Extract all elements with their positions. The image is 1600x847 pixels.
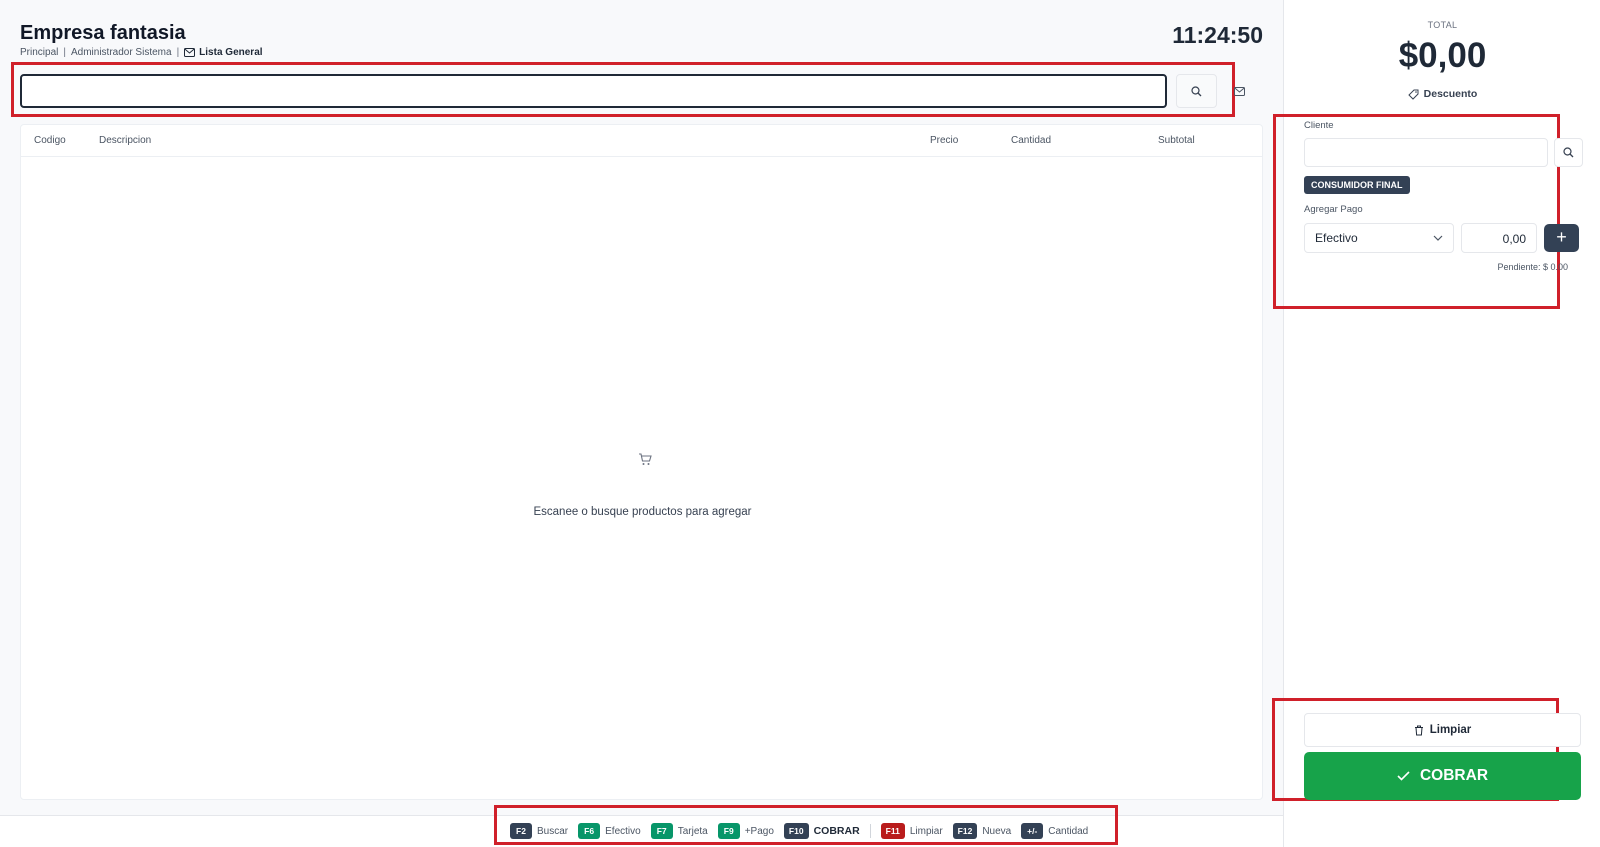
shortcut-key: F11 bbox=[880, 823, 905, 839]
user-name: Administrador Sistema bbox=[70, 47, 172, 58]
trash-icon bbox=[1414, 725, 1423, 735]
search-icon bbox=[1191, 85, 1202, 96]
pos-app: Empresa fantasia Principal | Administrad… bbox=[0, 0, 1600, 847]
shortcut-nueva[interactable]: F12 Nueva bbox=[952, 823, 1012, 839]
total-value: $0,00 bbox=[1398, 36, 1487, 75]
shortcut-label: Efectivo bbox=[605, 825, 641, 837]
clear-button[interactable]: Limpiar bbox=[1304, 713, 1581, 747]
shortcut-label: +Pago bbox=[744, 825, 774, 837]
header-subline: Principal | Administrador Sistema | List… bbox=[20, 47, 263, 58]
client-input[interactable] bbox=[1304, 138, 1548, 167]
empty-message: Escanee o busque productos para agregar bbox=[533, 506, 752, 518]
shortcut-label: Nueva bbox=[982, 825, 1012, 837]
table-header: Codigo Descripcion Precio Cantidad Subto… bbox=[21, 125, 1262, 157]
clear-label: Limpiar bbox=[1429, 724, 1472, 736]
clock: 11:24:50 bbox=[1172, 22, 1263, 48]
products-table: Codigo Descripcion Precio Cantidad Subto… bbox=[20, 124, 1263, 800]
shortcut-key: F6 bbox=[578, 823, 601, 839]
col-codigo: Codigo bbox=[34, 135, 66, 146]
payment-label: Agregar Pago bbox=[1304, 204, 1363, 215]
shortcut-key: F2 bbox=[510, 823, 532, 839]
branch-name: Principal bbox=[20, 47, 59, 58]
shortcut-label: Limpiar bbox=[909, 825, 943, 837]
shortcut-limpiar[interactable]: F11 Limpiar bbox=[880, 823, 943, 839]
tag-icon bbox=[1407, 89, 1419, 100]
col-subtotal: Subtotal bbox=[1158, 135, 1195, 146]
pending-amount: Pendiente: $ 0.00 bbox=[1497, 262, 1568, 272]
mail-icon bbox=[1233, 86, 1245, 96]
company-name: Empresa fantasia bbox=[20, 22, 186, 44]
shortcut-buscar[interactable]: F2 Buscar bbox=[510, 823, 568, 839]
charge-label: COBRAR bbox=[1419, 767, 1489, 784]
shortcut-label: COBRAR bbox=[813, 825, 860, 837]
shortcut-key: F9 bbox=[717, 823, 740, 839]
client-label: Cliente bbox=[1304, 120, 1334, 131]
mail-icon bbox=[184, 48, 196, 57]
shortcut-label: Cantidad bbox=[1048, 825, 1089, 837]
shortcut-key: +/- bbox=[1021, 823, 1044, 839]
shortcut-label: Tarjeta bbox=[677, 825, 708, 837]
payment-amount-input[interactable]: 0,00 bbox=[1461, 223, 1537, 253]
payment-method-value: Efectivo bbox=[1315, 231, 1358, 245]
shortcut-cobrar[interactable]: F10 COBRAR bbox=[783, 823, 860, 839]
search-button[interactable] bbox=[1176, 74, 1217, 108]
product-search-input[interactable] bbox=[20, 74, 1167, 108]
chevron-down-icon bbox=[1433, 235, 1443, 241]
checkout-panel: TOTAL $0,00 Descuento Cliente CONSUMIDOR… bbox=[1272, 0, 1600, 847]
total-label: TOTAL bbox=[1427, 20, 1458, 30]
shortcut-pago[interactable]: F9 +Pago bbox=[717, 823, 774, 839]
check-icon bbox=[1397, 771, 1410, 781]
shortcut-cantidad[interactable]: +/- Cantidad bbox=[1021, 823, 1088, 839]
list-selector-button[interactable] bbox=[1230, 82, 1248, 100]
discount-button[interactable]: Descuento bbox=[1284, 88, 1600, 100]
client-search-button[interactable] bbox=[1554, 138, 1583, 167]
price-list[interactable]: Lista General bbox=[184, 47, 263, 58]
col-cantidad: Cantidad bbox=[1011, 135, 1052, 146]
add-payment-button[interactable]: + bbox=[1544, 224, 1579, 252]
shortcut-key: F7 bbox=[650, 823, 673, 839]
payment-method-select[interactable]: Efectivo bbox=[1304, 223, 1454, 253]
col-precio: Precio bbox=[930, 135, 959, 146]
shortcut-list: F2 Buscar F6 Efectivo F7 Tarjeta F9 +Pag… bbox=[510, 823, 1088, 839]
shortcut-key: F12 bbox=[952, 823, 978, 839]
charge-button[interactable]: COBRAR bbox=[1304, 752, 1581, 800]
search-icon bbox=[1563, 147, 1574, 158]
price-list-label: Lista General bbox=[199, 47, 263, 58]
shortcut-label: Buscar bbox=[537, 825, 569, 837]
shortcut-key: F10 bbox=[783, 823, 809, 839]
shortcut-divider bbox=[869, 824, 871, 838]
main-area: Empresa fantasia Principal | Administrad… bbox=[0, 0, 1283, 815]
cart-icon bbox=[639, 453, 652, 465]
shortcut-efectivo[interactable]: F6 Efectivo bbox=[578, 823, 641, 839]
client-badge: CONSUMIDOR FINAL bbox=[1304, 176, 1410, 194]
discount-label: Descuento bbox=[1423, 88, 1478, 100]
col-descripcion: Descripcion bbox=[99, 135, 152, 146]
shortcut-tarjeta[interactable]: F7 Tarjeta bbox=[650, 823, 708, 839]
